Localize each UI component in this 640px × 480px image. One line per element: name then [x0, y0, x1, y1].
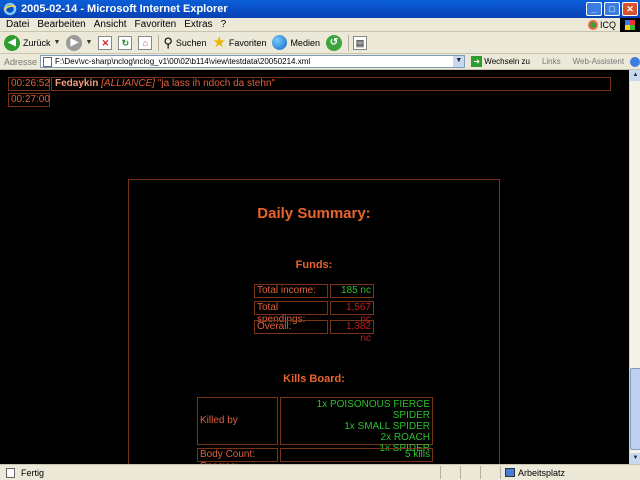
menu-help[interactable]: ? [217, 19, 231, 30]
total-income-value: 185 nc [330, 284, 374, 298]
address-bar: Adresse F:\Dev\vc-sharp\nclog\nclog_v1\0… [0, 54, 640, 70]
log-timestamp: 00:27:00 [8, 93, 50, 107]
menu-bar: Datei Bearbeiten Ansicht Favoriten Extra… [0, 17, 640, 32]
overall-value: 1,382 nc [330, 320, 374, 344]
refresh-icon: ↻ [118, 35, 133, 50]
scroll-down-icon[interactable]: ▼ [630, 453, 640, 464]
icq-button[interactable]: ICQ [587, 19, 616, 30]
status-zone: Arbeitsplatz [518, 467, 566, 478]
species-item: 1x POISONOUS FIERCE SPIDER [316, 399, 430, 421]
windows-logo-icon [620, 17, 640, 32]
kills-board-heading: Kills Board: [283, 373, 345, 385]
favorites-button[interactable]: ★ Favoriten [212, 33, 267, 51]
title-bar: 2005-02-14 - Microsoft Internet Explorer… [0, 0, 640, 18]
icq-label: ICQ [599, 19, 616, 30]
killed-by-species-label: Killed by Species: [197, 397, 278, 464]
forward-arrow-icon: ▶ [66, 34, 83, 51]
back-dropdown-icon[interactable]: ▼ [54, 39, 61, 46]
address-dropdown-icon[interactable]: ▼ [453, 56, 465, 67]
refresh-button[interactable]: ↻ [118, 35, 133, 50]
web-assistant-icon[interactable] [630, 56, 640, 67]
body-count-label: Body Count: [197, 448, 278, 462]
search-icon: ⚲ [163, 34, 173, 50]
home-icon: ⌂ [138, 35, 153, 50]
standard-toolbar: ◀ Zurück ▼ ▶ ▼ ✕ ↻ ⌂ ⚲ Suchen ★ Favorite… [0, 32, 640, 54]
back-button[interactable]: ◀ Zurück ▼ [4, 34, 61, 51]
forward-button[interactable]: ▶ ▼ [66, 34, 92, 51]
vertical-scrollbar[interactable]: ▲ ▼ [629, 70, 640, 464]
log-text: "ja lass ih ndoch da stehn" [157, 78, 276, 89]
scroll-up-icon[interactable]: ▲ [630, 70, 640, 81]
summary-title: Daily Summary: [257, 205, 371, 222]
minimize-button[interactable]: _ [586, 2, 602, 16]
window-title: 2005-02-14 - Microsoft Internet Explorer [21, 3, 228, 15]
menu-ansicht[interactable]: Ansicht [90, 19, 131, 30]
menu-datei[interactable]: Datei [0, 19, 33, 30]
back-arrow-icon: ◀ [4, 34, 20, 51]
ie-logo-icon [3, 2, 17, 16]
go-arrow-icon: ➜ [471, 56, 483, 67]
total-spendings-value: 1,567 nc [330, 301, 374, 325]
page-content: 00:26:52 Fedaykin [ALLIANCE] "ja lass ih… [0, 70, 629, 464]
daily-summary-box: Daily Summary: Funds: Total income: 185 … [128, 179, 500, 464]
favorites-label: Favoriten [228, 37, 267, 48]
log-row: 00:27:00 [8, 93, 50, 107]
log-message: Fedaykin [ALLIANCE] "ja lass ih ndoch da… [51, 77, 611, 91]
maximize-button[interactable]: □ [604, 2, 620, 16]
icq-flower-icon [587, 19, 598, 30]
log-row: 00:26:52 Fedaykin [ALLIANCE] "ja lass ih… [8, 77, 611, 91]
log-timestamp: 00:26:52 [8, 77, 50, 91]
address-field[interactable]: F:\Dev\vc-sharp\nclog\nclog_v1\00\02\b11… [40, 55, 466, 68]
address-label: Adresse [4, 56, 38, 67]
log-clan: [ALLIANCE] [101, 78, 156, 89]
status-page-icon [6, 467, 15, 478]
go-button[interactable]: ➜ Wechseln zu [471, 56, 530, 67]
forward-dropdown-icon[interactable]: ▼ [85, 39, 92, 46]
print-button[interactable]: ▤ [352, 35, 367, 50]
media-label: Medien [290, 37, 320, 48]
back-label: Zurück [23, 37, 51, 48]
home-button[interactable]: ⌂ [138, 35, 153, 50]
overall-label: Overall: [254, 320, 328, 334]
total-spendings-label: Total spendings: [254, 301, 328, 325]
species-list: 1x POISONOUS FIERCE SPIDER 1x SMALL SPID… [280, 397, 433, 454]
history-button[interactable]: ↺ [325, 34, 342, 51]
stop-button[interactable]: ✕ [98, 35, 113, 50]
total-income-label: Total income: [254, 284, 328, 298]
history-icon: ↺ [325, 34, 342, 51]
media-globe-icon [272, 35, 288, 50]
address-input[interactable]: F:\Dev\vc-sharp\nclog\nclog_v1\00\02\b11… [55, 57, 453, 66]
status-text: Fertig [21, 467, 45, 478]
media-button[interactable]: Medien [272, 35, 320, 50]
page-icon [43, 56, 53, 67]
search-button[interactable]: ⚲ Suchen [163, 35, 206, 51]
my-computer-icon [505, 468, 515, 477]
status-bar: Fertig Arbeitsplatz [0, 464, 640, 480]
close-button[interactable]: ✕ [622, 2, 638, 16]
species-item: 2x ROACH [380, 432, 430, 443]
menu-bearbeiten[interactable]: Bearbeiten [33, 19, 89, 30]
funds-heading: Funds: [295, 259, 333, 271]
log-player-name: Fedaykin [55, 78, 99, 89]
menu-favoriten[interactable]: Favoriten [131, 19, 181, 30]
body-count-value: 5 kills [280, 448, 433, 462]
stop-icon: ✕ [98, 35, 113, 50]
scroll-thumb[interactable] [630, 368, 640, 450]
menu-extras[interactable]: Extras [180, 19, 216, 30]
search-label: Suchen [175, 37, 207, 48]
favorites-star-icon: ★ [212, 33, 226, 51]
web-assistant-button[interactable]: Web-Assistent [573, 57, 624, 66]
go-label: Wechseln zu [484, 57, 530, 66]
printer-icon: ▤ [352, 35, 367, 50]
links-button[interactable]: Links [542, 57, 561, 66]
species-item: 1x SMALL SPIDER [344, 421, 430, 432]
